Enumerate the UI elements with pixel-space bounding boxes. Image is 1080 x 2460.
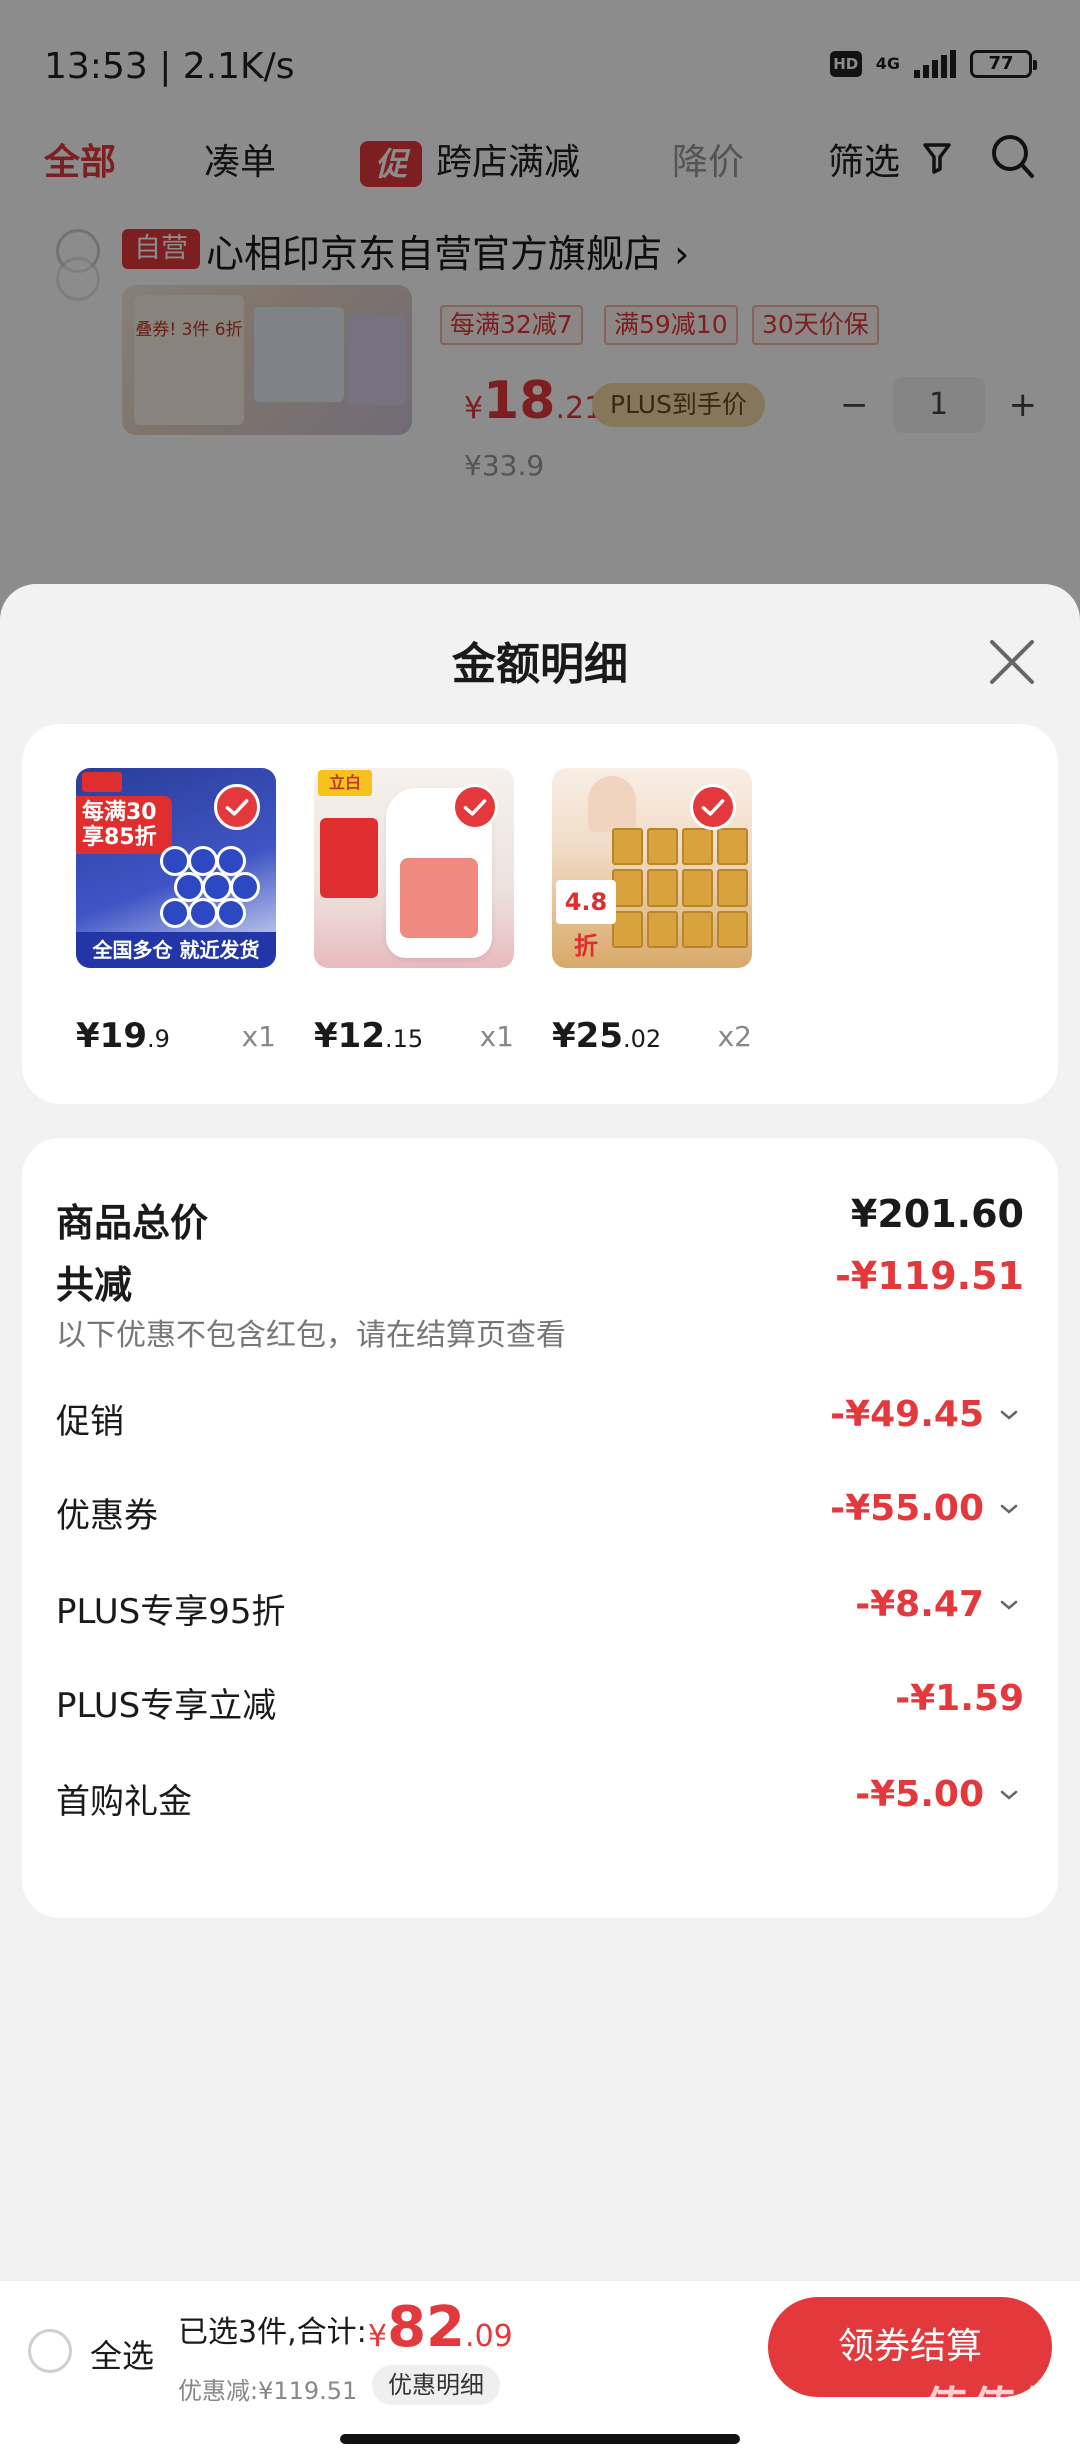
chevron-down-icon[interactable] bbox=[998, 1594, 1020, 1616]
row-value: -¥8.47 bbox=[855, 1584, 984, 1625]
chevron-down-icon[interactable] bbox=[998, 1784, 1020, 1806]
tissue-rolls-graphic bbox=[160, 846, 272, 928]
row-label: 首购礼金 bbox=[56, 1782, 192, 1822]
selected-items-card: 每满30 享85折 全国多仓 就近发货 ¥19.9 x1 立白 ¥12.15 x… bbox=[22, 724, 1058, 1104]
brand-logo: 立白 bbox=[318, 770, 372, 796]
discount-detail-button[interactable]: 优惠明细 bbox=[372, 2365, 500, 2405]
saved-amount: 优惠减:¥119.51 bbox=[178, 2377, 358, 2405]
item-image: 4.8折 bbox=[552, 768, 752, 968]
item-discount-tag: 4.8折 bbox=[556, 880, 616, 960]
item-quantity: x1 bbox=[479, 1020, 514, 1053]
item-price: ¥19.9 bbox=[76, 1016, 170, 1056]
row-value: -¥1.59 bbox=[895, 1678, 1024, 1719]
check-icon[interactable] bbox=[690, 784, 736, 830]
row-value: -¥49.45 bbox=[830, 1394, 984, 1435]
selected-item[interactable]: 立白 ¥12.15 x1 bbox=[314, 768, 514, 1056]
check-icon[interactable] bbox=[214, 784, 260, 830]
selected-item[interactable]: 每满30 享85折 全国多仓 就近发货 ¥19.9 x1 bbox=[76, 768, 276, 1056]
discount-hint: 以下优惠不包含红包，请在结算页查看 bbox=[56, 1318, 566, 1353]
total-value: ¥201.60 bbox=[850, 1192, 1024, 1236]
watermark: 值值值 zhizhizhi.com bbox=[924, 2383, 1068, 2456]
chevron-down-icon[interactable] bbox=[998, 1404, 1020, 1426]
row-label: 促销 bbox=[56, 1402, 124, 1442]
tissue-boxes-graphic bbox=[612, 828, 748, 948]
sheet-title: 金额明细 bbox=[452, 639, 628, 690]
chevron-down-icon[interactable] bbox=[998, 1498, 1020, 1520]
grand-total: ¥82.09 bbox=[368, 2295, 513, 2360]
home-indicator[interactable] bbox=[340, 2434, 740, 2444]
amount-detail-sheet: 金额明细 每满30 享85折 全国多仓 就近发货 ¥19.9 x1 立白 ¥12… bbox=[0, 584, 1080, 2280]
row-label: PLUS专享95折 bbox=[56, 1592, 286, 1632]
check-icon[interactable] bbox=[452, 784, 498, 830]
total-label: 商品总价 bbox=[56, 1201, 209, 1245]
item-price: ¥25.02 bbox=[552, 1016, 662, 1056]
spokesperson-graphic bbox=[588, 776, 636, 832]
row-label: 优惠券 bbox=[56, 1496, 158, 1536]
checkout-bar: 全选 已选3件,合计: ¥82.09 优惠减:¥119.51 优惠明细 领券结算 bbox=[0, 2280, 1080, 2460]
item-shipping-stripe: 全国多仓 就近发货 bbox=[76, 932, 276, 968]
brand-logo bbox=[82, 772, 122, 792]
reduction-value: -¥119.51 bbox=[835, 1254, 1024, 1298]
item-quantity: x1 bbox=[241, 1020, 276, 1053]
reduction-label: 共减 bbox=[56, 1263, 133, 1307]
selected-item[interactable]: 4.8折 ¥25.02 x2 bbox=[552, 768, 752, 1056]
item-promo-tag: 每满30 享85折 bbox=[76, 796, 172, 854]
row-value: -¥5.00 bbox=[855, 1774, 984, 1815]
select-all-label[interactable]: 全选 bbox=[90, 2331, 154, 2377]
row-label: PLUS专享立减 bbox=[56, 1686, 277, 1726]
row-value: -¥55.00 bbox=[830, 1488, 984, 1529]
selected-count: 已选3件,合计: bbox=[178, 2315, 367, 2350]
item-image: 每满30 享85折 全国多仓 就近发货 bbox=[76, 768, 276, 968]
item-promo-tag bbox=[320, 818, 378, 898]
select-all-checkbox[interactable] bbox=[28, 2329, 72, 2373]
item-price: ¥12.15 bbox=[314, 1016, 424, 1056]
price-summary-card: 商品总价 ¥201.60 共减 -¥119.51 以下优惠不包含红包，请在结算页… bbox=[22, 1138, 1058, 1918]
item-quantity: x2 bbox=[717, 1020, 752, 1053]
item-image: 立白 bbox=[314, 768, 514, 968]
close-icon[interactable] bbox=[984, 634, 1040, 690]
